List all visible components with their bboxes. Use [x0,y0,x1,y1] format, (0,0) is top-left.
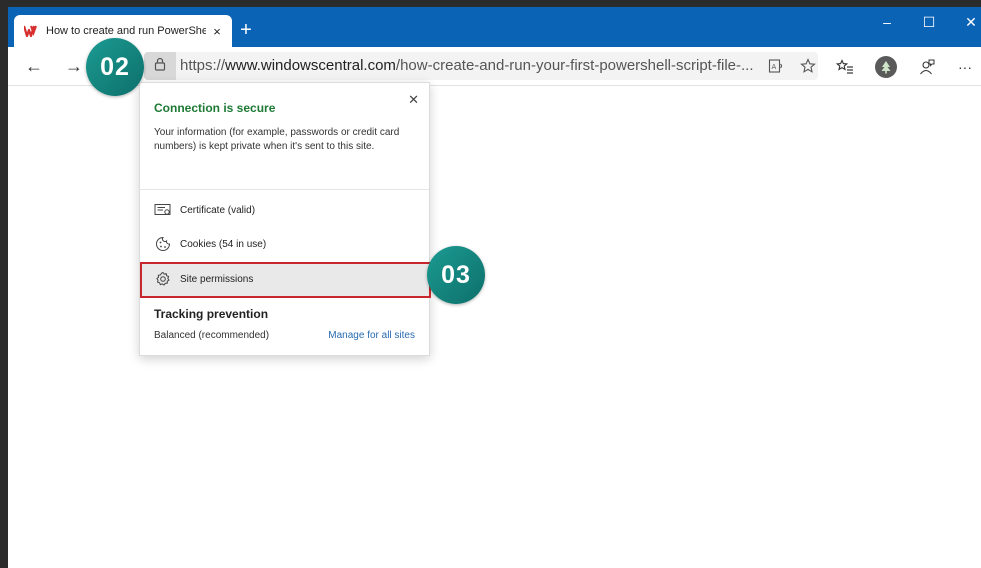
windows-central-favicon-icon [24,24,38,38]
cookie-icon [154,235,172,253]
popup-divider [140,189,429,190]
cookies-item[interactable]: Cookies (54 in use) [140,229,429,259]
step-03-badge: 03 [427,246,485,304]
url-text[interactable]: https://www.windowscentral.com/how-creat… [180,57,760,74]
gear-icon [154,270,172,288]
more-menu-button[interactable]: ··· [954,56,976,78]
site-permissions-label: Site permissions [180,273,254,285]
feedback-button[interactable] [916,56,938,78]
url-scheme: https:// [180,57,226,74]
star-icon [800,58,816,73]
read-aloud-button[interactable]: A [766,56,786,76]
site-info-popup: ✕ Connection is secure Your information … [139,82,431,356]
url-path: /how-create-and-run-your-first-powershel… [395,57,754,74]
favorites-button[interactable] [834,56,856,78]
svg-text:A: A [772,63,777,71]
tab-close-icon[interactable]: × [210,24,224,39]
url-host: www.windowscentral.com [225,57,396,74]
certificate-label: Certificate (valid) [180,204,256,216]
connection-secure-title: Connection is secure [154,101,276,115]
tracking-prevention-value: Balanced (recommended) [154,330,270,341]
site-permissions-item[interactable]: Site permissions [140,264,429,294]
new-tab-button[interactable]: + [236,20,256,40]
step-02-badge: 02 [86,38,144,96]
title-bar: How to create and run PowerShe × + – ☐ ✕ [8,7,981,47]
browser-window: How to create and run PowerShe × + – ☐ ✕… [8,7,981,568]
profile-avatar[interactable] [875,56,897,78]
close-window-button[interactable]: ✕ [958,14,981,31]
favorites-list-icon [836,59,853,74]
maximize-button[interactable]: ☐ [916,14,942,31]
back-button[interactable]: ← [22,55,46,77]
tracking-prevention-title: Tracking prevention [154,307,269,321]
forward-button[interactable]: → [62,55,86,77]
address-bar[interactable]: https://www.windowscentral.com/how-creat… [144,52,818,80]
connection-secure-description: Your information (for example, passwords… [154,127,400,152]
favorite-star-button[interactable] [798,56,818,76]
lock-icon [154,57,166,76]
certificate-icon [154,201,172,219]
tree-icon [881,61,891,74]
browser-toolbar: ← → https://www.windowscentral.com/how-c… [8,47,981,86]
minimize-button[interactable]: – [874,14,900,30]
site-info-button[interactable] [144,52,176,80]
tab-title: How to create and run PowerShe [46,25,206,37]
manage-for-all-sites-link[interactable]: Manage for all sites [328,330,415,341]
cookies-label: Cookies (54 in use) [180,238,267,250]
feedback-icon [920,59,935,75]
certificate-item[interactable]: Certificate (valid) [140,195,429,225]
read-aloud-icon: A [768,59,783,73]
popup-close-icon[interactable]: ✕ [408,92,419,108]
